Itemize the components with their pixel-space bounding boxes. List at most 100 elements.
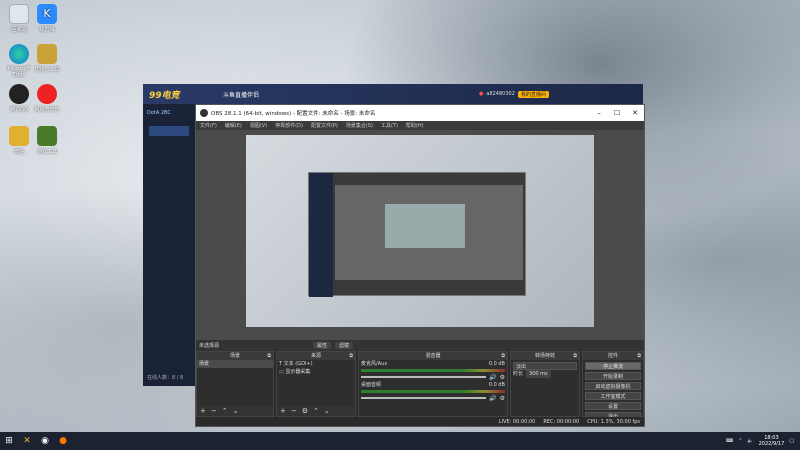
mixer-title: 混音器 — [425, 353, 441, 359]
menu-scene-collection[interactable]: 场景集合(S) — [346, 122, 373, 129]
no-source-label: 未选择源 — [199, 343, 220, 349]
sources-tools: + − ⚙ ⌃ ⌄ — [277, 406, 355, 416]
obs-taskbar-icon[interactable]: ◉ — [36, 432, 54, 450]
menu-tools[interactable]: 工具(T) — [381, 122, 398, 129]
transitions-title: 转场特效 — [534, 353, 555, 359]
scenes-panel: 场景 ⧉ 场景 + − ⌃ ⌄ — [196, 351, 274, 417]
virtual-camera-button[interactable]: 启动虚拟摄像机 — [585, 382, 641, 390]
speaker-icon[interactable]: 🔊 — [489, 374, 496, 381]
sources-panel: 来源 ⧉ T 文本 (GDI+) ▭ 显示器采集 + − ⚙ ⌃ ⌄ — [276, 351, 356, 417]
app-icon[interactable]: ✕ — [18, 432, 36, 450]
source-item[interactable]: ▭ 显示器采集 — [277, 368, 355, 376]
track-name: 麦克风/Aux — [361, 361, 388, 367]
clock[interactable]: 18:03 2022/9/17 — [759, 435, 785, 447]
stop-stream-button[interactable]: 停止推流 — [585, 362, 641, 370]
menu-docks[interactable]: 停靠部件(D) — [275, 122, 303, 129]
status-bar: LIVE: 00:00:00 REC: 00:00:00 CPU: 1.3%, … — [196, 417, 644, 426]
controls-panel: 控件⧉ 停止推流 开始录制 启动虚拟摄像机 工作室模式 设置 退出 — [582, 351, 644, 420]
date: 2022/9/17 — [758, 441, 785, 447]
add-icon[interactable]: + — [200, 407, 206, 415]
taskbar: ⊞ ✕ ◉ ● ⌨ ⌃ 🔈 18:03 2022/9/17 ▢ — [0, 432, 800, 450]
close-icon[interactable]: ✕ — [626, 109, 644, 117]
filters-button[interactable]: 滤镜 — [335, 342, 354, 349]
game-label: DotA 2BC — [147, 110, 171, 116]
add-icon[interactable]: + — [280, 407, 286, 415]
dock-icon[interactable]: ⧉ — [637, 352, 641, 360]
scenes-tools: + − ⌃ ⌄ — [197, 406, 273, 416]
settings-button[interactable]: 设置 — [585, 402, 641, 410]
start-recording-button[interactable]: 开始录制 — [585, 372, 641, 380]
volume-meter — [361, 369, 505, 372]
kuaijian-icon[interactable]: K 快剪辑 — [30, 4, 64, 33]
volume-slider[interactable] — [361, 397, 487, 399]
mixer-panel: 混音器 ⧉ 麦克风/Aux 0.0 dB 🔊 ⚙ 桌面音频 0.0 dB 🔊 ⚙ — [358, 351, 508, 417]
gear-icon[interactable]: ⚙ — [302, 407, 308, 415]
chevron-up-icon[interactable]: ⌃ — [738, 438, 742, 444]
scenes-title: 场景 — [229, 353, 240, 359]
down-icon[interactable]: ⌄ — [233, 407, 239, 415]
douyu-badge: ● — [479, 91, 484, 97]
menu-profile[interactable]: 配置文件(P) — [311, 122, 338, 129]
volume-meter — [361, 390, 505, 393]
douyu-title: 斗鱼直播伴侣 — [223, 92, 260, 99]
netease-music-icon[interactable]: 网易云音乐 — [30, 84, 64, 113]
remove-icon[interactable]: − — [211, 407, 217, 415]
up-icon[interactable]: ⌃ — [222, 407, 228, 415]
dock-icon[interactable]: ⧉ — [349, 352, 353, 360]
down-icon[interactable]: ⌄ — [324, 407, 330, 415]
dock-icon[interactable]: ⧉ — [267, 352, 271, 360]
live-status: LIVE: 00:00:00 — [498, 418, 536, 425]
app-icon-3[interactable]: 游戏工具 — [30, 126, 64, 155]
properties-button[interactable]: 属性 — [313, 342, 332, 349]
obs-window[interactable]: OBS 28.1.1 (64-bit, windows) - 配置文件: 未命名… — [195, 104, 645, 427]
banner — [149, 126, 189, 136]
track-db: 0.0 dB — [488, 361, 505, 367]
preview-screen — [246, 135, 594, 327]
volume-slider[interactable] — [361, 376, 487, 378]
keyboard-icon[interactable]: ⌨ — [726, 438, 733, 444]
minimize-icon[interactable]: – — [590, 109, 608, 117]
sources-title: 来源 — [310, 353, 321, 359]
nested-window — [308, 172, 526, 297]
source-toolbar: 未选择源 属性 滤镜 — [196, 340, 644, 351]
menu-help[interactable]: 帮助(H) — [406, 122, 424, 129]
nested-preview-inner — [385, 204, 465, 248]
live-room-button[interactable]: 我的直播间 — [517, 90, 549, 98]
source-label: 显示器采集 — [285, 369, 311, 375]
track-db: 0.0 dB — [488, 382, 505, 388]
app-icon-2[interactable]: 优化小工具 — [30, 44, 64, 73]
cpu-status: CPU: 1.3%, 30.00 fps — [587, 418, 640, 425]
remove-icon[interactable]: − — [291, 407, 297, 415]
transition-select[interactable]: 淡出 — [513, 362, 577, 370]
douyu-user[interactable]: a82480302 — [486, 91, 515, 97]
transitions-panel: 转场特效 ⧉ 淡出 时长 300 ms — [510, 351, 580, 417]
preview-area[interactable] — [196, 130, 644, 340]
dock-icon[interactable]: ⧉ — [501, 352, 505, 360]
notification-icon[interactable]: ▢ — [789, 438, 794, 444]
nested-preview — [335, 185, 523, 280]
menu-file[interactable]: 文件(F) — [200, 122, 217, 129]
gear-icon[interactable]: ⚙ — [500, 374, 505, 381]
scene-item[interactable]: 场景 — [197, 360, 273, 368]
speaker-icon[interactable]: 🔈 — [747, 438, 753, 444]
menu-view[interactable]: 视图(V) — [250, 122, 267, 129]
douyu-taskbar-icon[interactable]: ● — [54, 432, 72, 450]
controls-title: 控件 — [607, 353, 618, 359]
track-name: 桌面音频 — [361, 382, 382, 388]
studio-mode-button[interactable]: 工作室模式 — [585, 392, 641, 400]
speaker-icon[interactable]: 🔊 — [489, 395, 496, 402]
source-item[interactable]: T 文本 (GDI+) — [277, 360, 355, 368]
windows-start-icon[interactable]: ⊞ — [0, 432, 18, 450]
up-icon[interactable]: ⌃ — [313, 407, 319, 415]
obs-menubar: 文件(F) 编辑(E) 视图(V) 停靠部件(D) 配置文件(P) 场景集合(S… — [196, 121, 644, 130]
obs-title-text: OBS 28.1.1 (64-bit, windows) - 配置文件: 未命名… — [211, 111, 376, 117]
online-count: 在线人数：8 / 8 — [147, 375, 184, 381]
gear-icon[interactable]: ⚙ — [500, 395, 505, 402]
obs-titlebar: OBS 28.1.1 (64-bit, windows) - 配置文件: 未命名… — [196, 105, 644, 121]
duration-input[interactable]: 300 ms — [526, 370, 551, 378]
obs-logo-icon — [200, 109, 208, 117]
dock-icon[interactable]: ⧉ — [573, 352, 577, 360]
menu-edit[interactable]: 编辑(E) — [225, 122, 242, 129]
maximize-icon[interactable]: ☐ — [608, 109, 626, 117]
nested-douyu — [309, 173, 333, 297]
